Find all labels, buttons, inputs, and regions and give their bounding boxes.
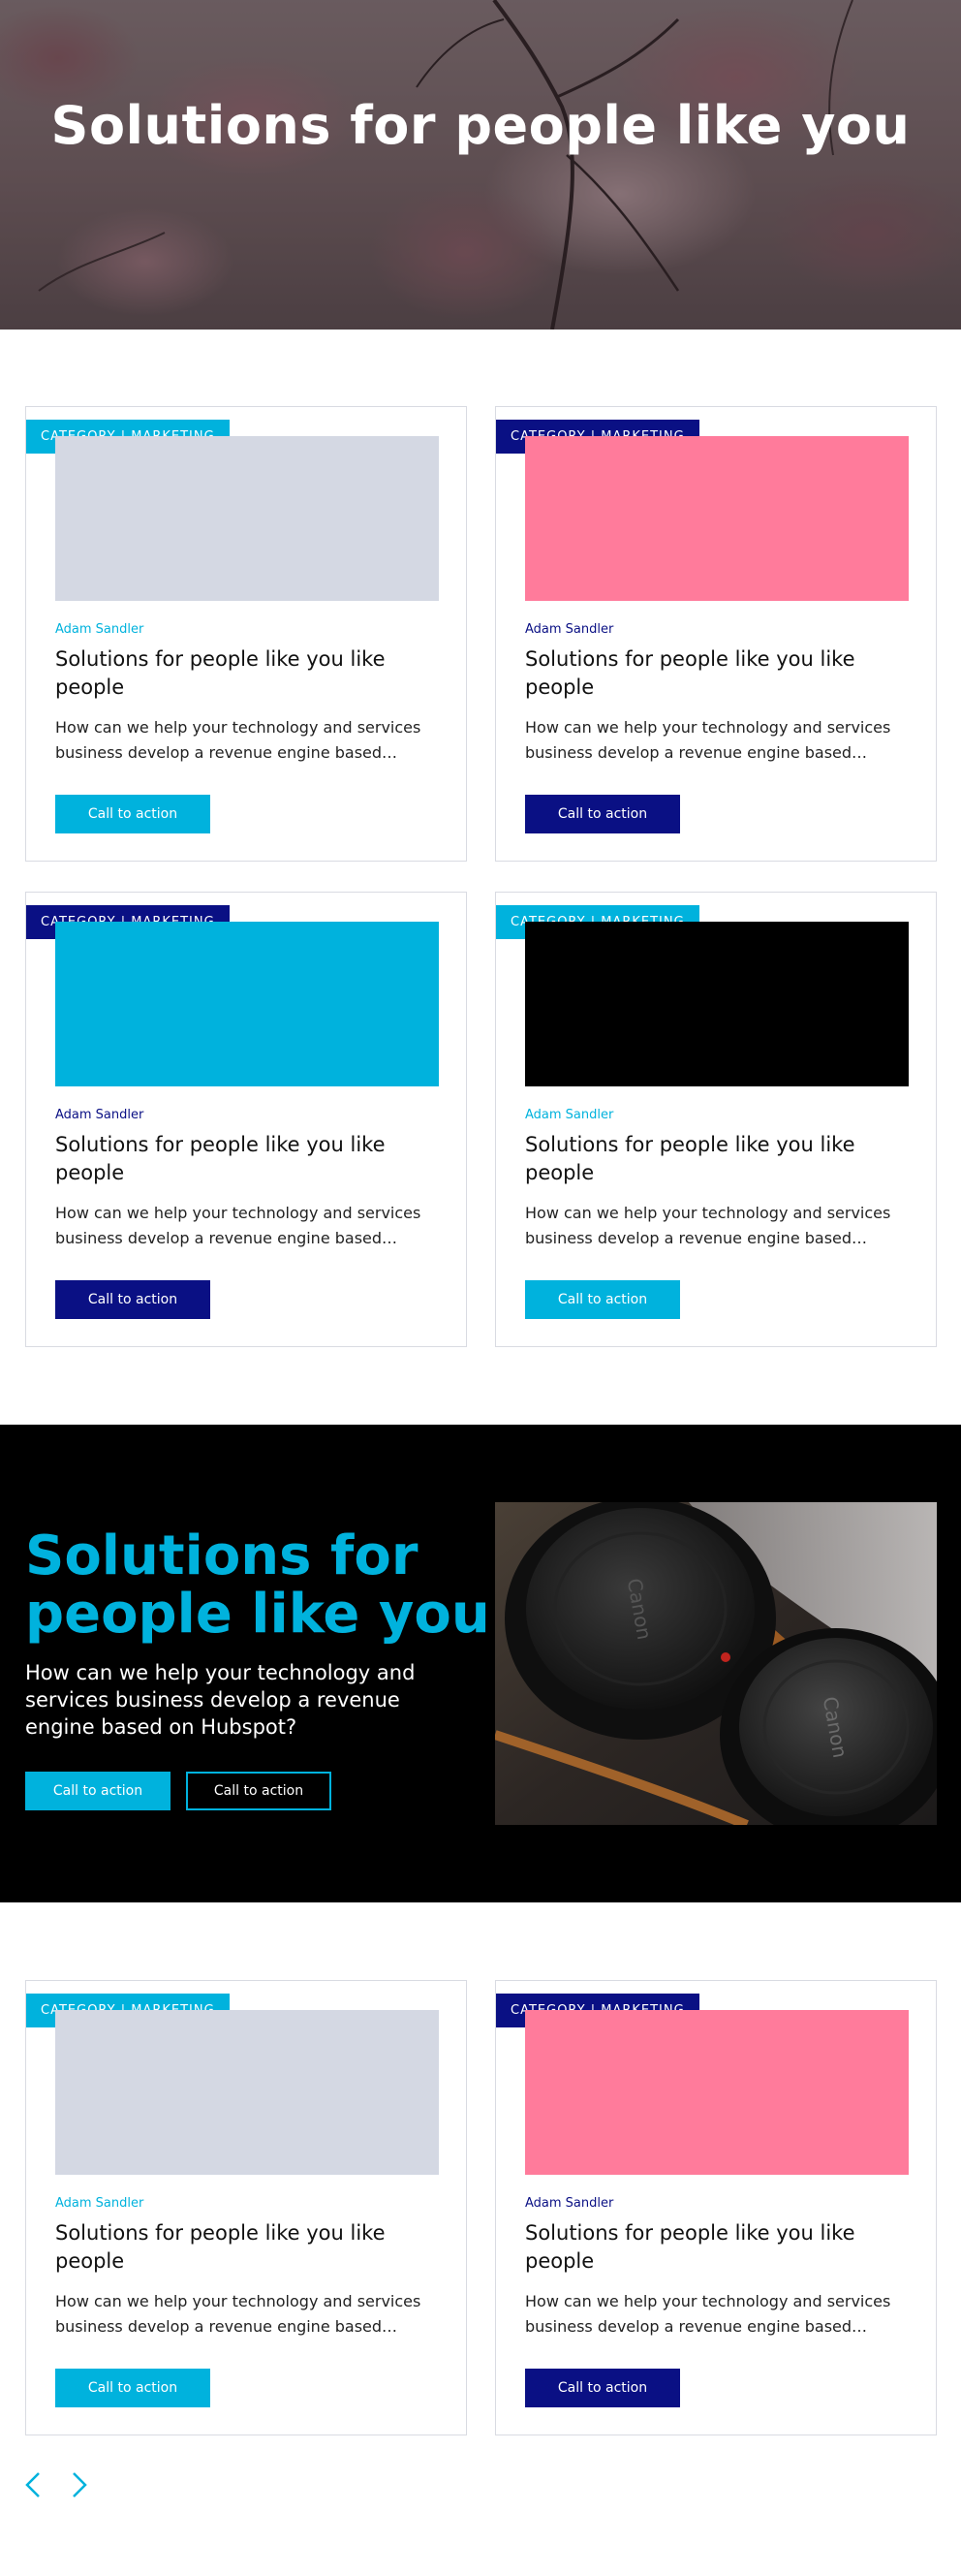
card-description: How can we help your technology and serv…: [525, 1204, 891, 1247]
card: CATEGORY | MARKETING Adam Sandler Soluti…: [495, 406, 937, 862]
card-description: How can we help your technology and serv…: [55, 1204, 421, 1247]
card-image-placeholder[interactable]: [55, 922, 439, 1086]
card-cta-button[interactable]: Call to action: [55, 1280, 210, 1319]
card-title[interactable]: Solutions for people like you like peopl…: [525, 1131, 913, 1187]
card-description: How can we help your technology and serv…: [55, 718, 421, 762]
card-author[interactable]: Adam Sandler: [525, 1108, 613, 1122]
card-cta-button[interactable]: Call to action: [525, 795, 680, 833]
camera-lens-photo: Canon Canon: [495, 1502, 937, 1825]
banner-primary-button[interactable]: Call to action: [25, 1772, 170, 1810]
card-title[interactable]: Solutions for people like you like peopl…: [55, 645, 443, 702]
card-image-placeholder[interactable]: [55, 2010, 439, 2175]
card-cta-button[interactable]: Call to action: [55, 2369, 210, 2407]
card-cta-button[interactable]: Call to action: [525, 2369, 680, 2407]
card-author[interactable]: Adam Sandler: [55, 1108, 143, 1122]
card-image-placeholder[interactable]: [525, 436, 909, 601]
card-title[interactable]: Solutions for people like you like peopl…: [525, 645, 913, 702]
card-author[interactable]: Adam Sandler: [55, 2196, 143, 2211]
card-cta-button[interactable]: Call to action: [525, 1280, 680, 1319]
feature-banner: Solutions for people like you How can we…: [0, 1425, 961, 1902]
card-description: How can we help your technology and serv…: [525, 718, 891, 762]
card-author[interactable]: Adam Sandler: [525, 622, 613, 637]
card: CATEGORY | MARKETING Adam Sandler Soluti…: [495, 892, 937, 1347]
card-title[interactable]: Solutions for people like you like peopl…: [55, 1131, 443, 1187]
card: CATEGORY | MARKETING Adam Sandler Soluti…: [25, 1980, 467, 2435]
chevron-left-icon[interactable]: [19, 2469, 48, 2500]
card: CATEGORY | MARKETING Adam Sandler Soluti…: [25, 406, 467, 862]
card: CATEGORY | MARKETING Adam Sandler Soluti…: [25, 892, 467, 1347]
hero-section: Solutions for people like you: [0, 0, 961, 330]
card-title[interactable]: Solutions for people like you like peopl…: [55, 2219, 443, 2276]
card-author[interactable]: Adam Sandler: [525, 2196, 613, 2211]
banner-text: How can we help your technology and serv…: [25, 1661, 416, 1739]
card-author[interactable]: Adam Sandler: [55, 622, 143, 637]
carousel-pagination: [19, 2469, 93, 2500]
banner-title: Solutions for people like you: [25, 1524, 490, 1646]
banner-secondary-button[interactable]: Call to action: [186, 1772, 331, 1810]
card-title[interactable]: Solutions for people like you like peopl…: [525, 2219, 913, 2276]
card-image-placeholder[interactable]: [525, 922, 909, 1086]
chevron-right-icon[interactable]: [64, 2469, 93, 2500]
card-cta-button[interactable]: Call to action: [55, 795, 210, 833]
card: CATEGORY | MARKETING Adam Sandler Soluti…: [495, 1980, 937, 2435]
hero-overlay: [0, 0, 961, 330]
card-image-placeholder[interactable]: [525, 2010, 909, 2175]
card-description: How can we help your technology and serv…: [55, 2292, 421, 2336]
card-description: How can we help your technology and serv…: [525, 2292, 891, 2336]
hero-title: Solutions for people like you: [50, 95, 911, 156]
card-image-placeholder[interactable]: [55, 436, 439, 601]
